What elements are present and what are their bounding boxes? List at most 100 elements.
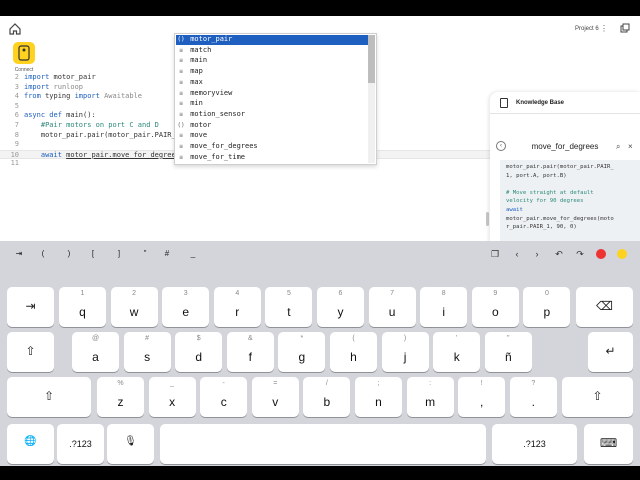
- symbol-icon: ≡: [179, 89, 183, 97]
- key-c[interactable]: -c: [200, 377, 248, 417]
- key-p[interactable]: 0p: [523, 287, 571, 327]
- knowledge-base-topic: move_for_degrees: [531, 142, 599, 151]
- shortcut-key[interactable]: #: [160, 247, 174, 261]
- key-alt-label: _: [170, 380, 175, 387]
- key-.[interactable]: ?.: [509, 377, 557, 417]
- shift-right-key[interactable]: ⇧: [562, 377, 633, 417]
- key-w[interactable]: 2w: [110, 287, 158, 327]
- autocomplete-item[interactable]: ≡ move_for_degrees: [176, 142, 368, 152]
- shortcut-key[interactable]: ): [62, 247, 76, 261]
- shortcut-key[interactable]: _: [186, 247, 200, 261]
- line-code[interactable]: import runloop: [24, 83, 83, 93]
- autocomplete-item-label: main: [186, 56, 208, 65]
- chevron-right-icon[interactable]: ›: [530, 247, 544, 261]
- key-h[interactable]: (h: [330, 332, 377, 372]
- key-z[interactable]: % z: [97, 377, 144, 417]
- autocomplete-item[interactable]: () motor_pair: [176, 35, 368, 45]
- return-key[interactable]: ↵: [588, 332, 633, 372]
- key-o[interactable]: 9o: [471, 287, 519, 327]
- key-alt-label: *: [300, 335, 304, 342]
- key-ñ[interactable]: " ñ: [484, 332, 532, 372]
- key-k[interactable]: ' k: [433, 332, 481, 372]
- shortcut-key[interactable]: [: [86, 247, 100, 261]
- space-key[interactable]: [160, 424, 486, 464]
- key-,[interactable]: !,: [458, 377, 506, 417]
- redo-icon[interactable]: ↷: [573, 247, 587, 261]
- key-label: k: [453, 350, 460, 364]
- key-n[interactable]: ; n: [355, 377, 402, 417]
- numbers-key[interactable]: .?123: [57, 424, 104, 464]
- backspace-key[interactable]: ⌫: [576, 287, 633, 327]
- key-d[interactable]: $ d: [175, 332, 223, 372]
- shortcut-key[interactable]: (: [36, 247, 50, 261]
- stop-icon[interactable]: [596, 249, 606, 259]
- autocomplete-item[interactable]: ≡ move: [176, 131, 368, 141]
- line-code[interactable]: from typing import Awaitable: [24, 92, 142, 102]
- key-i[interactable]: 8i: [420, 287, 468, 327]
- key-y[interactable]: 6y: [317, 287, 364, 327]
- line-code[interactable]: import motor_pair: [24, 73, 96, 83]
- autocomplete-item[interactable]: ≡ memoryview: [176, 89, 368, 99]
- key-x[interactable]: _ x: [148, 377, 196, 417]
- autocomplete-scroll-thumb[interactable]: [368, 35, 375, 83]
- key-alt-label: 7: [390, 290, 395, 297]
- chevron-left-icon[interactable]: ‹: [510, 247, 524, 261]
- shift-key[interactable]: ⇧: [7, 377, 91, 417]
- project-name[interactable]: Project 6: [575, 26, 599, 32]
- more-options-icon[interactable]: ⋮: [600, 24, 608, 33]
- key-label: n: [375, 395, 382, 409]
- microphone-key[interactable]: 🎙: [107, 424, 154, 464]
- key-q[interactable]: 1q: [59, 287, 106, 327]
- return-icon: ↵: [605, 344, 616, 358]
- autocomplete-item[interactable]: ≡ min: [176, 99, 368, 109]
- key-g[interactable]: * g: [278, 332, 326, 372]
- autocomplete-item[interactable]: ≡ map: [176, 67, 368, 77]
- shortcut-key[interactable]: ⇥: [12, 247, 26, 261]
- key-a[interactable]: @ a: [72, 332, 119, 372]
- close-icon[interactable]: ×: [628, 142, 633, 151]
- shortcut-key[interactable]: ]: [112, 247, 126, 261]
- line-code[interactable]: #Pair motors on port C and D: [24, 121, 159, 131]
- line-code[interactable]: async def main():: [24, 111, 96, 121]
- key-b[interactable]: / b: [303, 377, 351, 417]
- hide-keyboard-key[interactable]: ⌨: [584, 424, 633, 464]
- key-t[interactable]: 5t: [265, 287, 313, 327]
- copy-icon[interactable]: ❐: [488, 247, 502, 261]
- autocomplete-item[interactable]: () motor: [176, 121, 368, 131]
- key-e[interactable]: 3e: [162, 287, 210, 327]
- key-u[interactable]: 7u: [368, 287, 416, 327]
- autocomplete-item[interactable]: ≡ main: [176, 56, 368, 66]
- key-v[interactable]: = v: [251, 377, 299, 417]
- key-f[interactable]: & f: [226, 332, 274, 372]
- autocomplete-popup[interactable]: () motor_pair ≡ match ≡ main ≡ map ≡ max ≡ me…: [174, 33, 377, 165]
- key-alt-label: 1: [80, 290, 85, 297]
- line-code[interactable]: motor_pair.pair(motor_pair.PAIR_1,: [24, 131, 184, 141]
- autocomplete-item[interactable]: ≡ match: [176, 46, 368, 56]
- search-icon[interactable]: ⌕: [616, 142, 620, 152]
- window-icon[interactable]: [620, 23, 630, 33]
- globe-key[interactable]: 🌐: [7, 424, 54, 464]
- symbol-icon: ≡: [179, 132, 183, 140]
- autocomplete-item[interactable]: ≡ motion_sensor: [176, 110, 368, 120]
- home-icon[interactable]: [8, 22, 22, 36]
- code-sample-line: motor_pair.pair(motor_pair.PAIR_: [506, 164, 614, 170]
- tab-key[interactable]: ⇥: [7, 287, 54, 327]
- panel-resize-handle[interactable]: [486, 212, 489, 226]
- autocomplete-item[interactable]: ≡ max: [176, 78, 368, 88]
- run-icon[interactable]: [617, 249, 627, 259]
- key-m[interactable]: :m: [406, 377, 454, 417]
- code-token: import: [24, 82, 50, 91]
- key-r[interactable]: 4r: [213, 287, 261, 327]
- key-s[interactable]: # s: [123, 332, 171, 372]
- numbers-right-key[interactable]: .?123: [492, 424, 577, 464]
- code-token: main():: [61, 111, 96, 120]
- shift-left-key[interactable]: ⇧: [7, 332, 54, 372]
- connect-button[interactable]: [13, 42, 35, 64]
- back-icon[interactable]: ‹: [496, 141, 506, 151]
- shortcut-key[interactable]: ": [138, 247, 152, 261]
- autocomplete-item[interactable]: ≡ move_for_time: [176, 153, 368, 163]
- key-j[interactable]: ) j: [381, 332, 429, 372]
- key-alt-label: /: [325, 380, 328, 387]
- autocomplete-scrollbar[interactable]: [368, 35, 375, 163]
- undo-icon[interactable]: ↶: [552, 247, 566, 261]
